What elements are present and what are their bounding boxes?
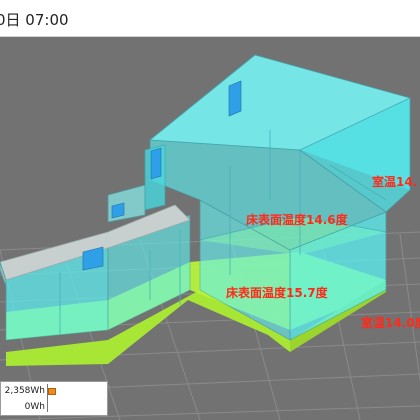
energy-max-label: 2,358Wh (4, 386, 45, 396)
datetime-header: 0日 07:00 (0, 0, 420, 37)
room-temp-label-top: 室温14. (372, 175, 418, 189)
energy-min-label: 0Wh (24, 402, 45, 412)
floor-surface-temp-label-1f: 床表面温度15.7度 (226, 286, 328, 300)
energy-usage-panel: 2,358Wh 0Wh (0, 381, 108, 416)
house-3d-viewport[interactable]: 室温14. 床表面温度14.6度 床表面温度15.7度 室温14.0度 (0, 37, 420, 420)
floor-surface-temp-label-2f: 床表面温度14.6度 (246, 213, 348, 227)
datetime-label: 0日 07:00 (0, 11, 69, 29)
room-temp-label-bottom: 室温14.0度 (361, 316, 420, 330)
house-3d-model (0, 54, 420, 420)
energy-bar (48, 388, 56, 395)
